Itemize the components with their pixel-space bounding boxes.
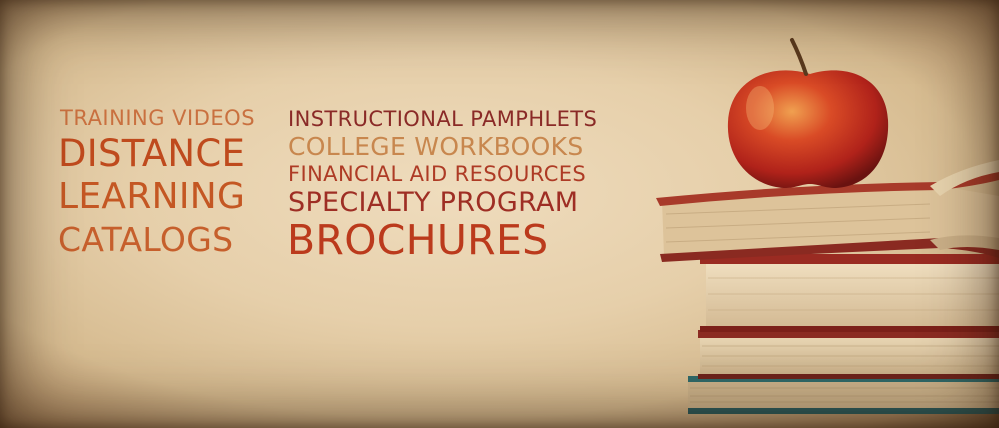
word-brochures: BROCHURES bbox=[287, 216, 549, 264]
book-second bbox=[706, 262, 999, 330]
word-college-workbooks: COLLEGE WORKBOOKS bbox=[288, 132, 584, 161]
apple-on-book-stack-icon bbox=[656, 38, 999, 414]
hero-banner: TRAINING VIDEOS DISTANCE LEARNING CATALO… bbox=[0, 0, 999, 428]
word-training-videos: TRAINING VIDEOS bbox=[60, 106, 256, 130]
word-financial-aid-resources: FINANCIAL AID RESOURCES bbox=[288, 162, 587, 186]
book-third bbox=[700, 336, 999, 378]
word-learning: LEARNING bbox=[58, 176, 246, 217]
apple-icon bbox=[727, 38, 889, 188]
word-specialty-program: SPECIALTY PROGRAM bbox=[288, 187, 579, 218]
word-instructional-pamphlets: INSTRUCTIONAL PAMPHLETS bbox=[288, 107, 598, 131]
word-catalogs: CATALOGS bbox=[58, 220, 234, 259]
book-bottom bbox=[688, 380, 999, 410]
word-distance: DISTANCE bbox=[58, 132, 246, 175]
